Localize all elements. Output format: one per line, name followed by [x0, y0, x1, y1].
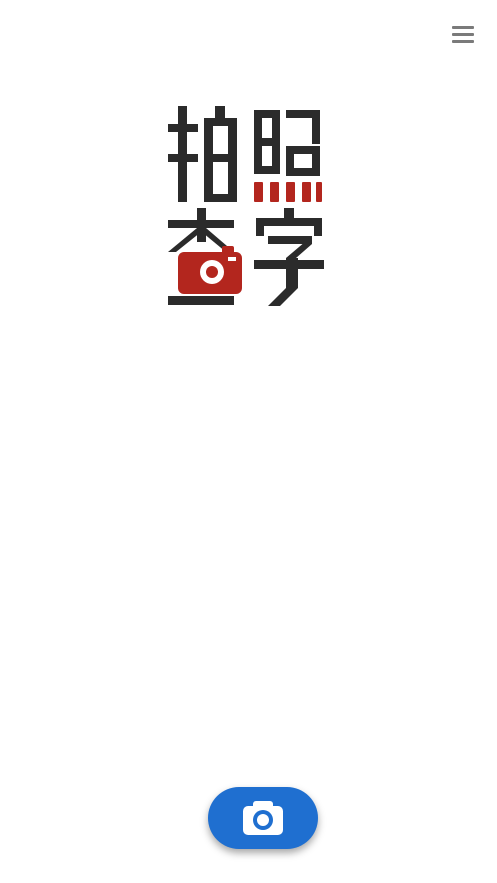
menu-button[interactable] — [446, 20, 480, 48]
capture-photo-button[interactable] — [208, 787, 318, 849]
app-logo — [168, 100, 330, 312]
menu-icon-bar-middle — [452, 32, 474, 36]
menu-icon-bar-top — [452, 25, 474, 29]
camera-icon — [243, 801, 283, 835]
menu-icon-bar-bottom — [452, 39, 474, 43]
app-logo-graphic — [168, 106, 324, 306]
